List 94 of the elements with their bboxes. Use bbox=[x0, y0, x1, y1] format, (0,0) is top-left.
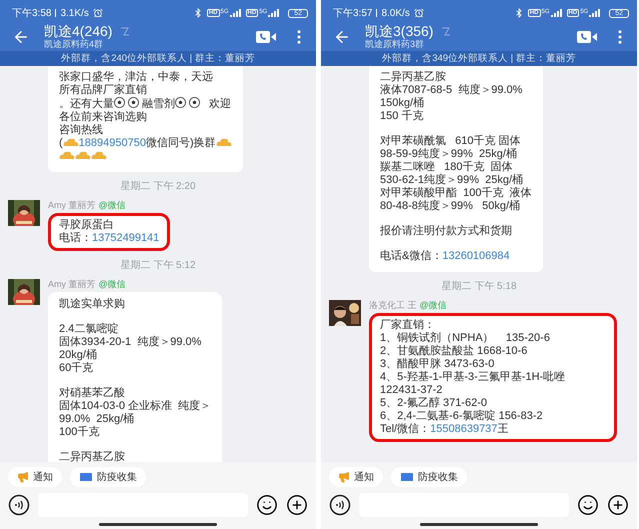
message-text: 各位前来咨询选购 bbox=[59, 111, 148, 124]
message-text: 厂家直销： bbox=[380, 319, 436, 332]
message-text: 150kg/桶 bbox=[380, 97, 426, 110]
message-text: 对硝基苯乙酸 bbox=[59, 387, 126, 400]
status-time: 下午3:57 bbox=[333, 7, 372, 20]
plus-icon[interactable] bbox=[607, 494, 629, 516]
group-banner: 外部群，含240位外部联系人 | 群主：董丽芳 bbox=[0, 51, 316, 66]
soccer-ball-icon bbox=[114, 97, 125, 108]
message-text: 羰基二咪唑 180千克 固体 bbox=[380, 161, 514, 174]
cloud-icon bbox=[75, 150, 91, 160]
megaphone-icon bbox=[17, 471, 29, 483]
shortcut-chip[interactable]: 通知 bbox=[329, 467, 383, 487]
message-text: 咨询热线 bbox=[59, 124, 104, 137]
chat-subtitle: 凯途原料药3群 bbox=[365, 39, 426, 50]
signal-icon bbox=[589, 9, 602, 17]
chat-title: 凯途4(246) bbox=[44, 23, 112, 39]
message-text: 张家口盛华，津沽，中泰，天远 bbox=[59, 71, 214, 84]
sender-name: 洛克化工 王 bbox=[369, 300, 417, 311]
signal-icon bbox=[268, 9, 280, 17]
message-text: 3、醋酸甲脒 3473-63-0 bbox=[380, 358, 496, 371]
message-text: 2、甘氨酰胺盐酸盐 1668-10-6 bbox=[380, 345, 528, 358]
timestamp: 星期二 下午 5:12 bbox=[120, 258, 196, 273]
message-text: 530-62-1纯度＞99% 25kg/桶 bbox=[380, 174, 524, 186]
message-text: 100千克 bbox=[59, 426, 100, 439]
message-text: 4、5-羟基-1-甲基-3-三氟甲基-1H-吡唑 122431-37-2 bbox=[380, 371, 566, 396]
message-text: 对甲苯磺酰氯 610千克 固体 bbox=[380, 135, 522, 148]
emoji-icon[interactable] bbox=[577, 494, 599, 516]
plus-icon[interactable] bbox=[286, 494, 308, 516]
phone-link[interactable]: 18894950750 bbox=[78, 137, 146, 149]
chat-subtitle: 凯途原料药4群 bbox=[44, 39, 104, 50]
timestamp: 星期二 下午 5:18 bbox=[441, 280, 517, 294]
cloud-icon bbox=[62, 137, 79, 147]
cloud-icon bbox=[216, 137, 232, 147]
folder-icon bbox=[400, 472, 414, 482]
voice-icon[interactable] bbox=[8, 494, 30, 516]
sender-name: Amy 董丽芳 bbox=[48, 200, 96, 211]
message-text: 98-59-9纯度＞99% 25kg/桶 bbox=[380, 148, 518, 161]
message-text: 二异丙基乙胺 bbox=[380, 71, 447, 84]
message-text: 固体104-03-0 企业标准 纯度＞ bbox=[59, 400, 212, 413]
message-text: 99.0% 25kg/桶 bbox=[59, 413, 136, 426]
message-text: 电话&微信：13260106984 bbox=[380, 250, 511, 263]
status-time: 下午3:58 bbox=[12, 7, 52, 20]
message-text: 所有品牌厂家直销 bbox=[59, 84, 148, 97]
message-text: 60千克 bbox=[59, 362, 94, 375]
message-text: 6、2,4-二氨基-6-氯嘧啶 156-83-2 bbox=[380, 410, 544, 423]
sender-source: @微信 bbox=[420, 300, 447, 311]
message-text: 凯途实单求购 bbox=[59, 298, 126, 311]
sender-source: @微信 bbox=[98, 200, 126, 211]
signal-icon bbox=[230, 9, 242, 17]
message-text: 。还有大量 融雪剂 欢迎 bbox=[59, 97, 232, 111]
cloud-icon bbox=[91, 150, 107, 160]
alarm-icon bbox=[414, 8, 424, 18]
message-text: 电话：13752499141 bbox=[59, 232, 160, 245]
soccer-ball-icon bbox=[128, 97, 139, 108]
shortcut-chip[interactable]: 通知 bbox=[8, 467, 62, 487]
message-text: 80-48-8纯度＞99% 50kg/桶 bbox=[380, 200, 522, 213]
phone-link[interactable]: 15508639737 bbox=[430, 423, 498, 435]
group-banner: 外部群，含349位外部联系人 | 群主：董丽芳 bbox=[321, 51, 637, 66]
chat-title: 凯途3(356) bbox=[365, 23, 434, 39]
signal-icon bbox=[550, 9, 563, 17]
voice-icon[interactable] bbox=[329, 494, 351, 516]
sender-name: Amy 董丽芳 bbox=[48, 279, 96, 290]
soccer-ball-icon bbox=[175, 97, 186, 108]
phone-link[interactable]: 13260106984 bbox=[442, 250, 510, 262]
soccer-ball-icon bbox=[189, 97, 200, 108]
message-text: 2.4二氯嘧啶 bbox=[59, 323, 120, 336]
megaphone-icon bbox=[338, 471, 350, 483]
phone-link[interactable]: 13752499141 bbox=[92, 232, 160, 244]
cloud-icon bbox=[59, 150, 75, 160]
message-text: 液体7087-68-5 纯度＞99.0% bbox=[380, 84, 524, 97]
message-text: 1、铜铁试剂（NPHA） 135-20-6 bbox=[380, 332, 551, 344]
message-text: ( 18894950750微信同号)换群 bbox=[59, 137, 232, 150]
folder-icon bbox=[79, 472, 93, 482]
video-call-icon[interactable] bbox=[256, 30, 276, 42]
network-speed: 8.0K/s bbox=[381, 8, 410, 18]
video-call-icon[interactable] bbox=[577, 30, 597, 42]
emoji-icon[interactable] bbox=[256, 494, 278, 516]
bluetooth-icon bbox=[514, 8, 524, 18]
message-text: Tel/微信：15508639737王 bbox=[380, 423, 510, 436]
network-speed: 3.1K/s bbox=[60, 8, 89, 18]
sender-source: @微信 bbox=[98, 279, 126, 290]
alarm-icon bbox=[92, 8, 103, 18]
message-text: 固体3934-20-1 纯度＞99.0% bbox=[59, 336, 202, 349]
message-text: 对甲苯磺酸甲酯 100千克 液体 bbox=[380, 187, 532, 200]
bluetooth-icon bbox=[192, 8, 203, 18]
message-text: 寻胶原蛋白 bbox=[59, 219, 115, 232]
message-text: 20kg/桶 bbox=[59, 349, 98, 362]
message-text: 报价请注明付款方式和货期 bbox=[380, 225, 513, 238]
shortcut-chip[interactable]: 防疫收集 bbox=[391, 467, 467, 487]
message-text: 5、2-氟乙醇 371-62-0 bbox=[380, 397, 488, 410]
shortcut-chip[interactable]: 防疫收集 bbox=[70, 467, 146, 487]
timestamp: 星期二 下午 2:20 bbox=[120, 180, 196, 194]
message-text: 二异丙基乙胺 bbox=[59, 451, 126, 462]
message-text: 150 千克 bbox=[380, 110, 424, 123]
